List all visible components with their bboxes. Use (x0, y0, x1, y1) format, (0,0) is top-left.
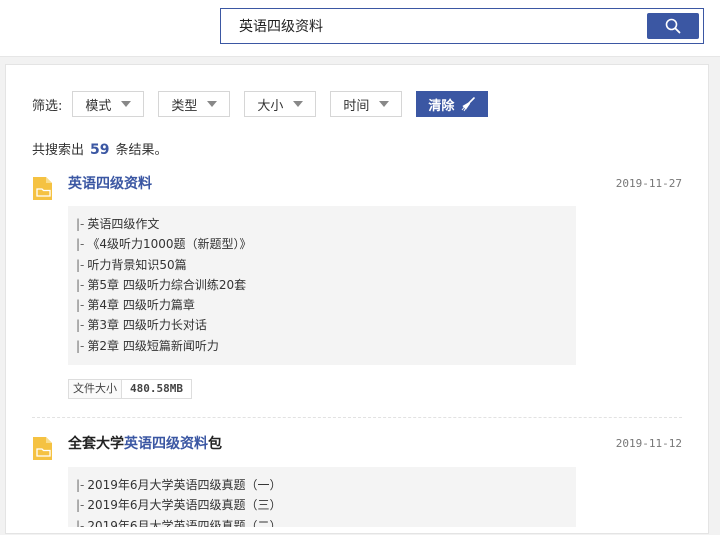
file-item: |- 2019年6月大学英语四级真题（二） (76, 516, 576, 527)
file-list: |- 英语四级作文 |- 《4级听力1000题（新题型）》 |- 听力背景知识50篇 … (68, 206, 576, 365)
filter-time-dropdown[interactable]: 时间 (330, 91, 403, 117)
title-highlight: 英语四级资料 (124, 436, 208, 452)
file-name: 第4章 四级听力篇章 (87, 298, 195, 313)
filter-bar: 筛选: 模式 类型 大小 时间 清除 (32, 91, 489, 117)
file-name: 《4级听力1000题（新题型）》 (87, 237, 252, 252)
title-prefix: 全套大学 (68, 436, 124, 452)
dropdown-label: 大小 (257, 98, 284, 114)
search-box (220, 8, 704, 44)
file-item: |- 第4章 四级听力篇章 (76, 295, 576, 315)
file-item: |- 英语四级作文 (76, 214, 576, 234)
file-name: 第2章 四级短篇新闻听力 (87, 338, 219, 353)
folder-icon (33, 177, 52, 200)
caret-down-icon (293, 101, 304, 107)
tree-prefix: |- (76, 237, 85, 252)
count-prefix: 共搜索出 (32, 143, 85, 158)
file-item: |- 《4级听力1000题（新题型）》 (76, 234, 576, 254)
search-icon (665, 18, 681, 34)
tree-prefix: |- (76, 298, 85, 313)
clear-label: 清除 (428, 97, 455, 113)
folder-icon (33, 437, 52, 460)
file-list: |- 2019年6月大学英语四级真题（一） |- 2019年6月大学英语四级真题（三… (68, 467, 576, 527)
tree-prefix: |- (76, 217, 85, 231)
tree-prefix: |- (76, 498, 85, 513)
file-item: |- 第2章 四级短篇新闻听力 (76, 336, 576, 356)
file-item: |- 听力背景知识50篇 (76, 255, 576, 275)
file-name: 2019年6月大学英语四级真题（一） (87, 478, 282, 492)
file-size-tag: 文件大小 480.58MB (68, 379, 192, 399)
count-suffix: 条结果。 (115, 143, 168, 158)
dropdown-label: 时间 (343, 98, 370, 114)
title-highlight: 英语四级资料 (68, 176, 152, 192)
search-input[interactable] (221, 9, 641, 43)
file-item: |- 第5章 四级听力综合训练20套 (76, 275, 576, 295)
file-name: 听力背景知识50篇 (87, 257, 187, 272)
caret-down-icon (121, 101, 132, 107)
caret-down-icon (207, 101, 218, 107)
file-name: 2019年6月大学英语四级真题（三） (87, 498, 282, 513)
title-suffix: 包 (208, 436, 222, 452)
filter-label: 筛选: (32, 98, 63, 114)
dropdown-label: 类型 (171, 98, 198, 114)
tree-prefix: |- (76, 338, 85, 353)
result-title-link[interactable]: 英语四级资料 (68, 175, 152, 193)
filter-type-dropdown[interactable]: 类型 (158, 91, 231, 117)
result-divider (32, 417, 682, 418)
broom-icon (462, 97, 476, 112)
search-button[interactable] (647, 13, 699, 39)
file-item: |- 2019年6月大学英语四级真题（一） (76, 475, 576, 495)
dropdown-label: 模式 (85, 98, 112, 114)
file-name: 第3章 四级听力长对话 (87, 318, 207, 333)
tree-prefix: |- (76, 257, 85, 272)
file-size-label: 文件大小 (69, 380, 122, 398)
result-item: 全套大学英语四级资料包 2019-11-12 |- 2019年6月大学英语四级真题… (32, 435, 682, 535)
file-name: 第5章 四级听力综合训练20套 (87, 277, 247, 292)
filter-size-dropdown[interactable]: 大小 (244, 91, 317, 117)
file-item: |- 第3章 四级听力长对话 (76, 315, 576, 335)
count-number: 59 (90, 142, 110, 158)
tree-prefix: |- (76, 318, 85, 333)
result-count: 共搜索出 59 条结果。 (32, 139, 168, 158)
tree-prefix: |- (76, 478, 85, 492)
file-name: 英语四级作文 (87, 217, 160, 231)
result-date: 2019-11-12 (615, 437, 682, 450)
result-date: 2019-11-27 (615, 177, 682, 190)
file-size-value: 480.58MB (130, 382, 183, 395)
clear-filters-button[interactable]: 清除 (416, 91, 489, 117)
filter-mode-dropdown[interactable]: 模式 (72, 91, 145, 117)
result-title-link[interactable]: 全套大学英语四级资料包 (68, 435, 222, 453)
caret-down-icon (379, 101, 390, 107)
results-panel: 筛选: 模式 类型 大小 时间 清除 共搜索出 59 条结果。 英语四级资料 2… (5, 64, 709, 534)
result-item: 英语四级资料 2019-11-27 |- 英语四级作文 |- 《4级听力1000题（… (32, 175, 682, 405)
tree-prefix: |- (76, 277, 85, 292)
file-item: |- 2019年6月大学英语四级真题（三） (76, 495, 576, 515)
top-bar (0, 0, 720, 57)
